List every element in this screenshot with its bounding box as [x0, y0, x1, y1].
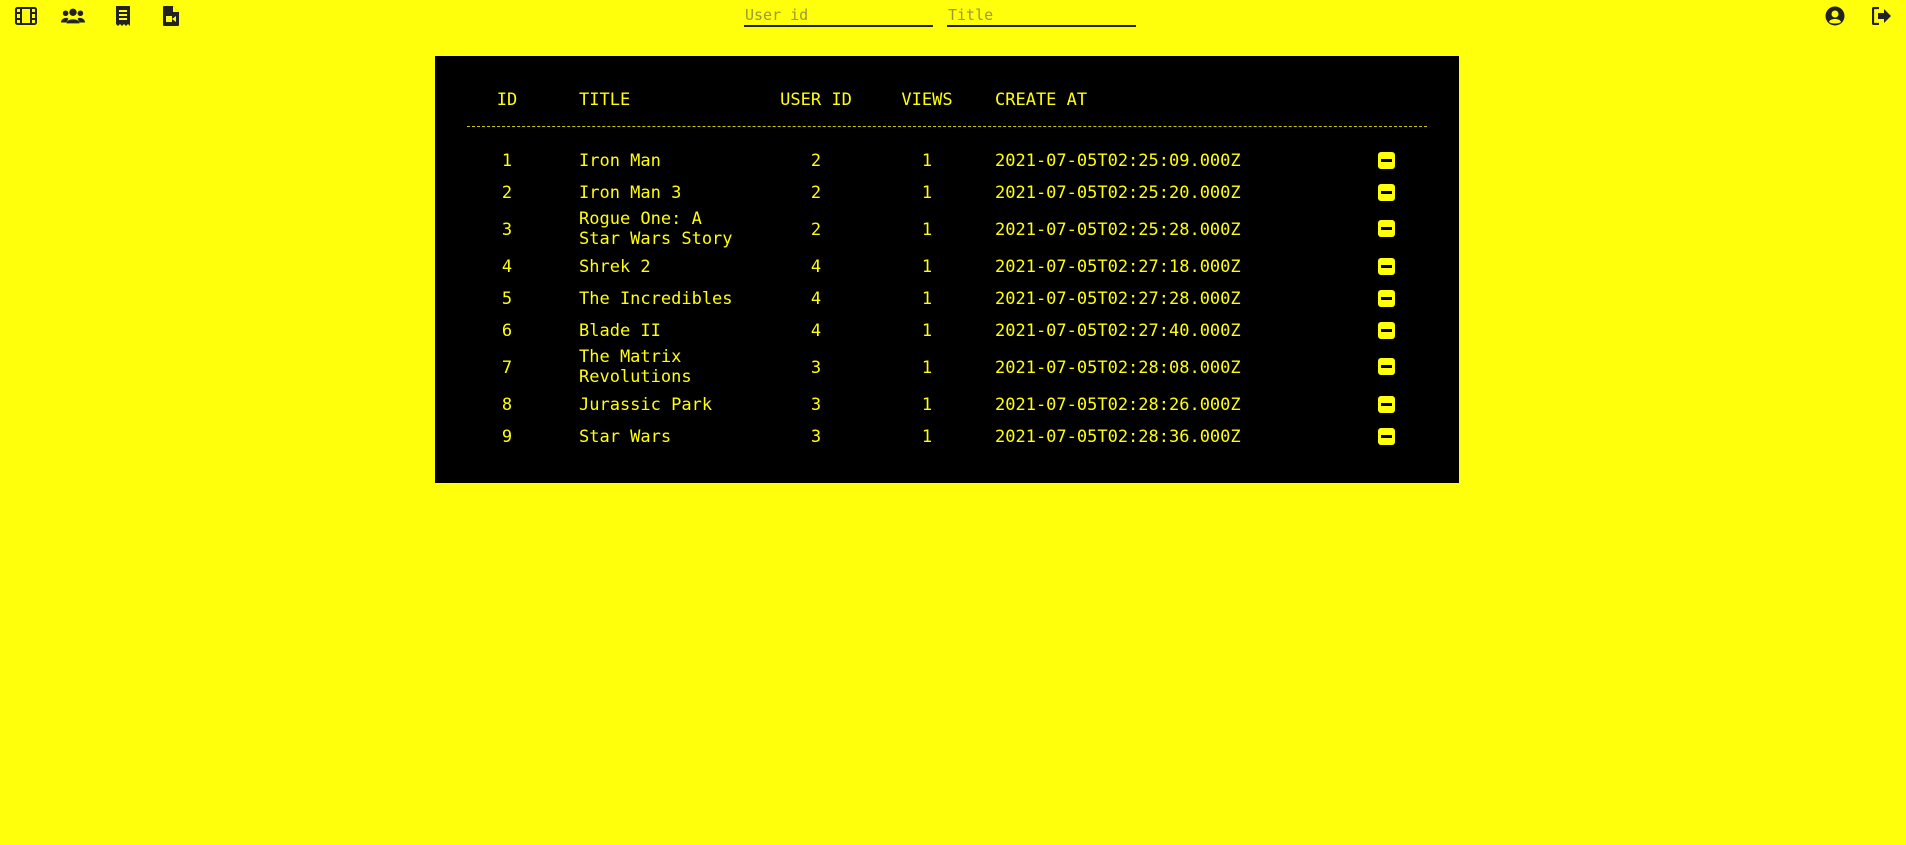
cell-created-at: 2021-07-05T02:25:28.000Z	[995, 220, 1241, 240]
cell-user-id: 4	[810, 321, 822, 341]
cell-id: 2	[501, 183, 513, 203]
cell-title: Iron Man	[579, 151, 661, 171]
cell-user-id: 4	[810, 289, 822, 309]
cell-created-at: 2021-07-05T02:25:09.000Z	[995, 151, 1241, 171]
cell-views: 1	[921, 151, 933, 171]
minus-square-icon[interactable]	[1378, 220, 1395, 237]
minus-square-icon[interactable]	[1378, 290, 1395, 307]
cell-id: 7	[501, 358, 513, 378]
cell-user-id: 3	[810, 358, 822, 378]
cell-created-at: 2021-07-05T02:25:20.000Z	[995, 183, 1241, 203]
cell-views: 1	[921, 395, 933, 415]
column-header-create-at: CREATE AT	[995, 90, 1088, 110]
column-header-views: VIEWS	[901, 90, 953, 110]
cell-created-at: 2021-07-05T02:28:08.000Z	[995, 358, 1241, 378]
minus-square-icon[interactable]	[1378, 152, 1395, 169]
film-icon[interactable]	[14, 5, 38, 27]
file-video-icon[interactable]	[159, 5, 183, 27]
sign-out-icon[interactable]	[1870, 5, 1894, 27]
title-search-input[interactable]	[947, 5, 1136, 27]
cell-title: The Matrix Revolutions	[579, 347, 692, 387]
cell-views: 1	[921, 358, 933, 378]
cell-user-id: 3	[810, 427, 822, 447]
top-bar	[0, 0, 1906, 34]
cell-views: 1	[921, 289, 933, 309]
cell-created-at: 2021-07-05T02:27:40.000Z	[995, 321, 1241, 341]
minus-square-icon[interactable]	[1378, 258, 1395, 275]
cell-user-id: 3	[810, 395, 822, 415]
cell-title: The Incredibles	[579, 289, 733, 309]
cell-user-id: 2	[810, 183, 822, 203]
users-icon[interactable]	[61, 5, 85, 27]
column-header-user-id: USER ID	[780, 90, 852, 110]
cell-created-at: 2021-07-05T02:28:26.000Z	[995, 395, 1241, 415]
cell-id: 3	[501, 220, 513, 240]
column-header-title: TITLE	[579, 90, 631, 110]
user-id-search-input[interactable]	[744, 5, 933, 27]
minus-square-icon[interactable]	[1378, 428, 1395, 445]
cell-user-id: 2	[810, 151, 822, 171]
cell-views: 1	[921, 220, 933, 240]
cell-id: 4	[501, 257, 513, 277]
minus-square-icon[interactable]	[1378, 358, 1395, 375]
cell-views: 1	[921, 257, 933, 277]
cell-id: 5	[501, 289, 513, 309]
cell-views: 1	[921, 321, 933, 341]
minus-square-icon[interactable]	[1378, 322, 1395, 339]
cell-created-at: 2021-07-05T02:27:28.000Z	[995, 289, 1241, 309]
cell-id: 9	[501, 427, 513, 447]
cell-id: 1	[501, 151, 513, 171]
receipt-icon[interactable]	[111, 5, 135, 27]
minus-square-icon[interactable]	[1378, 396, 1395, 413]
cell-id: 8	[501, 395, 513, 415]
cell-title: Star Wars	[579, 427, 672, 447]
cell-title: Shrek 2	[579, 257, 651, 277]
cell-views: 1	[921, 427, 933, 447]
cell-created-at: 2021-07-05T02:28:36.000Z	[995, 427, 1241, 447]
cell-views: 1	[921, 183, 933, 203]
cell-created-at: 2021-07-05T02:27:18.000Z	[995, 257, 1241, 277]
minus-square-icon[interactable]	[1378, 184, 1395, 201]
videos-table-panel: ID TITLE USER ID VIEWS CREATE AT 1 Iron …	[435, 56, 1459, 483]
cell-user-id: 4	[810, 257, 822, 277]
cell-user-id: 2	[810, 220, 822, 240]
user-circle-icon[interactable]	[1823, 5, 1847, 27]
cell-id: 6	[501, 321, 513, 341]
cell-title: Iron Man 3	[579, 183, 682, 203]
cell-title: Rogue One: A Star Wars Story	[579, 209, 733, 249]
cell-title: Blade II	[579, 321, 661, 341]
column-header-id: ID	[496, 90, 518, 110]
cell-title: Jurassic Park	[579, 395, 713, 415]
